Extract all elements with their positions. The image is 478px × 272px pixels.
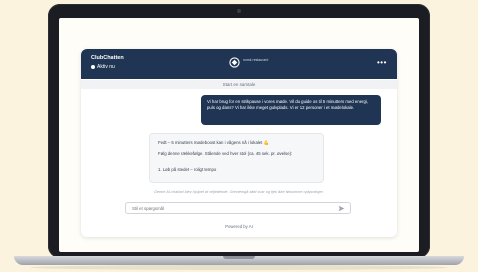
more-options-button[interactable]: ••• — [377, 58, 387, 67]
status-indicator: Aktiv nu — [91, 64, 115, 70]
laptop-lid: ClubChatten Aktiv nu norsk restaurant ••… — [48, 4, 430, 258]
bot-name: ClubChatten — [91, 55, 124, 61]
conversation-start-chip: Start en samtale — [81, 80, 397, 89]
camera-dot — [237, 9, 241, 13]
bot-reply-line: Fedt – 5 minutters mødeboost kan i vågen… — [158, 140, 269, 145]
brand-text: norsk restaurant — [243, 58, 269, 62]
laptop-base — [14, 256, 464, 265]
send-icon[interactable] — [338, 205, 345, 212]
status-text: Aktiv nu — [97, 64, 115, 70]
message-input[interactable] — [132, 203, 322, 213]
online-dot-icon — [91, 64, 95, 69]
message-input-container — [125, 202, 351, 214]
ai-disclaimer: Denne AI-chatbot blev hjulpet af vejlede… — [154, 190, 324, 194]
brand-logo-icon — [229, 57, 240, 68]
chat-header: ClubChatten Aktiv nu norsk restaurant ••… — [81, 49, 397, 79]
user-message-bubble: Vi har brug for en strikpause i vores mø… — [201, 95, 381, 125]
bot-reply-list-item: 1. Løb på stedet – roligt tempo — [158, 167, 217, 172]
powered-by-label: Powered by AI — [225, 224, 253, 229]
laptop-shadow — [30, 265, 448, 270]
laptop-notch — [223, 256, 255, 259]
bot-reply-card: Fedt – 5 minutters mødeboost kan i vågen… — [149, 133, 324, 183]
bot-reply-line: Følg denne rækkefølge. Stående ved hver … — [158, 151, 293, 156]
chat-widget: ClubChatten Aktiv nu norsk restaurant ••… — [81, 49, 397, 237]
laptop-screen: ClubChatten Aktiv nu norsk restaurant ••… — [59, 18, 419, 252]
